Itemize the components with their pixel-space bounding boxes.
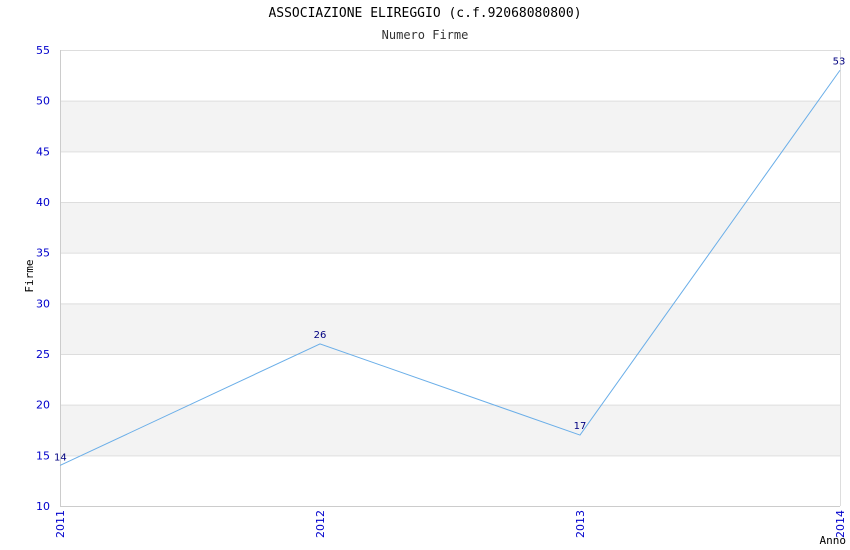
y-tick-label: 40 [36, 196, 50, 209]
data-label: 26 [314, 330, 327, 341]
y-tick-labels: 10 15 20 25 30 35 40 45 50 55 [36, 44, 50, 513]
grid-band [60, 455, 840, 506]
grid-band [60, 202, 840, 253]
data-label: 53 [833, 56, 846, 67]
y-tick-label: 45 [36, 145, 50, 158]
y-tick-label: 50 [36, 95, 50, 108]
y-tick-label: 30 [36, 297, 50, 310]
y-axis-title: Firme [23, 259, 36, 292]
grid-band [60, 50, 840, 101]
x-tick-label: 2011 [54, 510, 67, 538]
x-tick-label: 2013 [574, 510, 587, 538]
x-tick-label: 2012 [314, 510, 327, 538]
grid-band [60, 303, 840, 354]
line-chart: 10152025303540455055 2011 2012 2013 2014 14… [23, 44, 847, 547]
grid-band [60, 151, 840, 202]
data-label: 17 [574, 421, 587, 432]
y-tick-label: 55 [36, 44, 50, 57]
y-tick-label: 20 [36, 399, 50, 412]
grid-band [60, 252, 840, 304]
grid-band [60, 404, 840, 456]
grid-band [60, 100, 840, 152]
data-label: 14 [54, 452, 67, 463]
x-tick-labels: 2011 2012 2013 2014 [54, 510, 847, 538]
chart-page: ASSOCIAZIONE ELIREGGIO (c.f.92068080800)… [0, 0, 850, 550]
y-tick-label: 15 [36, 449, 50, 462]
x-axis-title: Anno [820, 534, 847, 547]
y-tick-label: 10 [36, 500, 50, 513]
grid-band [60, 354, 840, 405]
y-tick-label: 25 [36, 348, 50, 361]
y-tick-label: 35 [36, 247, 50, 260]
background-bands [60, 50, 840, 506]
